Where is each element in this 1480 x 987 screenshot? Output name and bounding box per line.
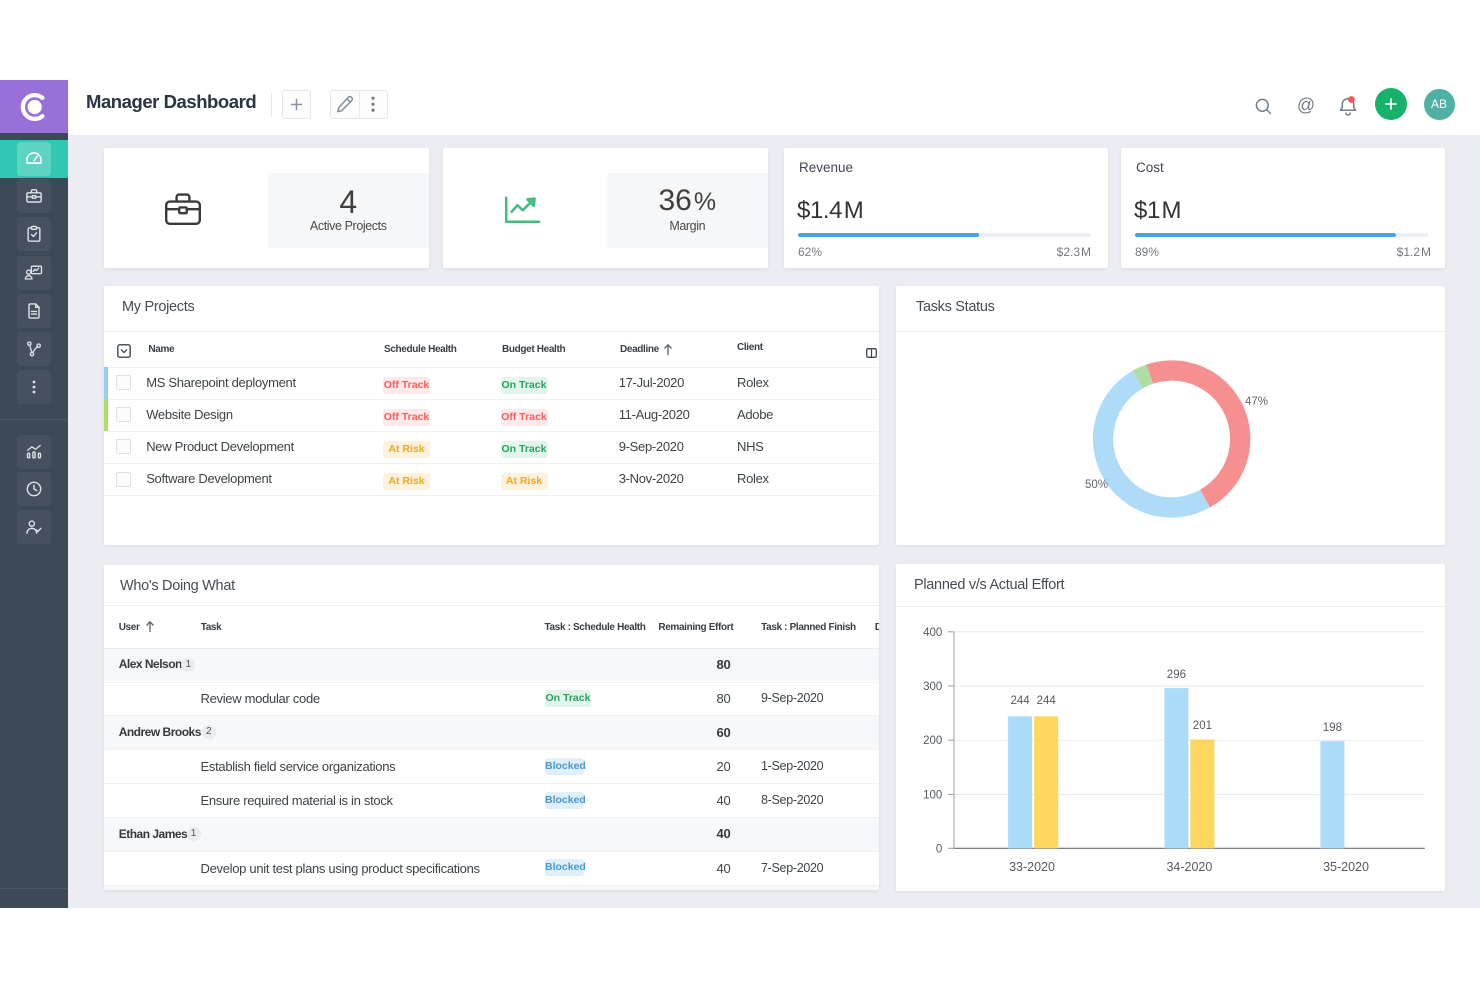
svg-text:244: 244 — [1036, 695, 1056, 707]
svg-text:201: 201 — [1192, 720, 1211, 732]
svg-text:33-2020: 33-2020 — [1009, 860, 1055, 874]
svg-text:296: 296 — [1166, 669, 1185, 681]
svg-text:300: 300 — [923, 681, 942, 693]
svg-text:0: 0 — [935, 843, 941, 855]
svg-text:100: 100 — [923, 789, 942, 801]
svg-text:244: 244 — [1010, 695, 1030, 707]
svg-text:198: 198 — [1322, 722, 1341, 734]
svg-text:400: 400 — [923, 627, 942, 639]
svg-text:200: 200 — [923, 735, 942, 747]
svg-text:35-2020: 35-2020 — [1323, 860, 1369, 874]
svg-text:34-2020: 34-2020 — [1166, 860, 1212, 874]
svg-text:50%: 50% — [1085, 479, 1108, 491]
svg-text:47%: 47% — [1245, 396, 1268, 408]
